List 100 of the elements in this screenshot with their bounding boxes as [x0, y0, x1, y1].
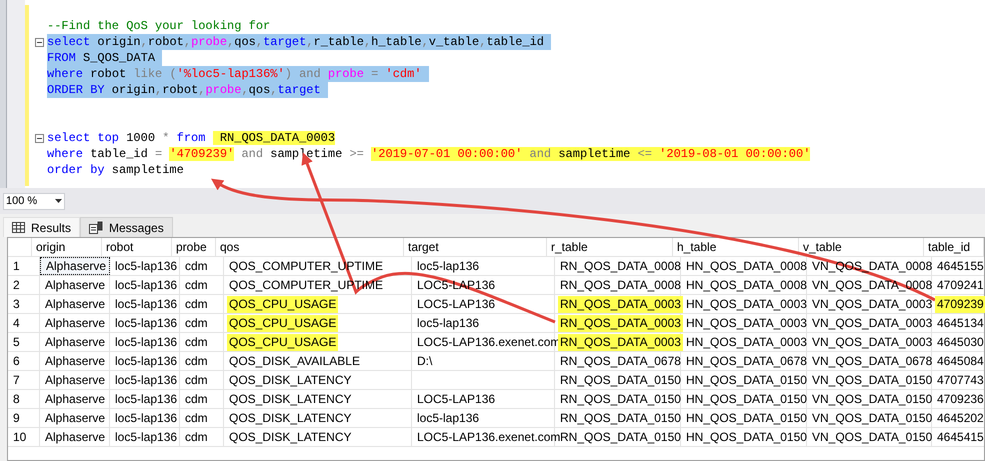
table-cell-text: RN_QOS_DATA_0678 [559, 352, 682, 370]
table-cell-text: HN_QOS_DATA_0150 [685, 390, 808, 408]
row-number: 5 [8, 333, 40, 351]
row-number: 3 [8, 295, 40, 313]
table-cell-text: LOC5-LAP136.exenet.com [416, 334, 561, 350]
code-line: order by sampletime [47, 162, 185, 178]
table-cell-text: LOC5-LAP136 [416, 390, 496, 408]
results-tab[interactable]: Messages [80, 217, 173, 237]
grid-icon [12, 222, 25, 233]
table-cell-text: VN_QOS_DATA_0150 [811, 410, 934, 426]
column-header[interactable]: probe [172, 238, 216, 256]
collapse-icon[interactable] [34, 134, 44, 142]
table-cell-text: QOS_DISK_AVAILABLE [228, 352, 361, 370]
table-cell-text: D:\ [416, 352, 434, 370]
table-cell-text: 4709241 [936, 276, 985, 294]
table-cell-text: loc5-lap136 [416, 258, 480, 274]
table-cell: 4709239 [935, 296, 985, 312]
table-cell-text: cdm [184, 390, 209, 408]
table-cell-text: cdm [184, 334, 209, 350]
table-cell-text: RN_QOS_DATA_0150 [559, 390, 682, 408]
table-cell-text: cdm [184, 258, 209, 274]
column-header[interactable]: r_table [547, 238, 673, 256]
table-cell-text: HN_QOS_DATA_0008 [685, 258, 808, 274]
table-cell-text: RN_QOS_DATA_0150 [560, 428, 682, 446]
table-cell-text: loc5-lap136 [114, 276, 178, 294]
row-number: 9 [8, 409, 40, 427]
column-header[interactable]: robot [102, 238, 172, 256]
table-cell-text: loc5-lap136 [416, 314, 480, 332]
results-tab[interactable]: Results [3, 217, 80, 237]
table-cell-text: VN_QOS_DATA_0003 [811, 334, 934, 350]
table-cell: RN_QOS_DATA_0003 [558, 334, 683, 350]
table-cell-text: loc5-lap136 [114, 372, 178, 388]
table-cell-text: RN_QOS_DATA_0008 [559, 258, 682, 274]
table-cell-text: RN_QOS_DATA_0150 [559, 410, 682, 426]
table-cell: RN_QOS_DATA_0003 [558, 296, 683, 312]
table-cell-text: Alphaserve [44, 390, 106, 408]
column-header[interactable]: h_table [673, 238, 799, 256]
document-icon [89, 221, 104, 234]
table-cell-text: HN_QOS_DATA_0003 [685, 296, 808, 312]
table-cell: QOS_CPU_USAGE [227, 314, 338, 332]
column-header[interactable]: v_table [799, 238, 924, 256]
row-number: 4 [8, 314, 40, 332]
table-cell-text: 4707743 [936, 372, 985, 388]
collapse-icon[interactable] [34, 38, 44, 46]
table-cell-text: cdm [184, 352, 209, 370]
table-cell-text: QOS_DISK_LATENCY [228, 390, 352, 408]
table-cell-text: cdm [184, 276, 209, 294]
table-cell-text: HN_QOS_DATA_0003 [685, 334, 808, 350]
table-cell-text: Alphaserve [44, 276, 106, 294]
table-cell-text: HN_QOS_DATA_0008 [685, 276, 808, 294]
table-cell-text: HN_QOS_DATA_0150 [685, 410, 808, 426]
row-number: 7 [8, 371, 40, 389]
table-cell-text: Alphaserve [44, 352, 106, 370]
table-cell-text: Alphaserve [44, 314, 106, 332]
table-cell-text: HN_QOS_DATA_0678 [685, 352, 808, 370]
table-cell-text: QOS_DISK_LATENCY [228, 428, 352, 446]
table-cell-text: Alphaserve [44, 428, 106, 446]
table-cell-text: cdm [184, 428, 209, 446]
table-cell-text: 4645415 [936, 428, 985, 446]
column-header[interactable]: qos [216, 238, 404, 256]
table-cell-text: cdm [184, 296, 209, 312]
table-cell-text: Alphaserve [44, 296, 106, 312]
table-cell-text: VN_QOS_DATA_0150 [811, 390, 934, 408]
row-number: 2 [8, 276, 40, 294]
table-cell-text: loc5-lap136 [114, 296, 178, 312]
table-cell-text: 4709236 [936, 390, 985, 408]
table-cell-text: VN_QOS_DATA_0003 [811, 314, 934, 332]
column-header[interactable]: target [404, 238, 547, 256]
table-cell-text: VN_QOS_DATA_0003 [811, 296, 934, 312]
table-cell-text: VN_QOS_DATA_0150 [811, 428, 934, 446]
table-cell-text: loc5-lap136 [114, 410, 178, 426]
row-number: 8 [8, 390, 40, 408]
table-cell-text: 4645134 [936, 314, 985, 332]
table-cell-text: LOC5-LAP136.exenet.com [416, 428, 561, 446]
table-cell-text: 4645084 [936, 352, 985, 370]
table-cell-text: RN_QOS_DATA_0150 [559, 372, 682, 388]
row-number: 6 [8, 352, 40, 370]
code-line: where table_id = '4709239' and sampletime >= '2019-07-01 00:00:00' and sampletime <= '2019-08-01 00:00:00' [47, 146, 812, 162]
column-header[interactable]: table_id [924, 238, 984, 256]
table-cell-text: Alphaserve [44, 334, 106, 350]
table-cell-text: Alphaserve [44, 372, 106, 388]
table-cell-text: cdm [184, 372, 209, 388]
zoom-dropdown[interactable]: 100 % [3, 192, 65, 210]
table-cell: QOS_CPU_USAGE [227, 334, 338, 350]
table-cell-text: VN_QOS_DATA_0150 [811, 372, 934, 388]
table-cell-text: loc5-lap136 [114, 314, 178, 332]
table-cell-text: loc5-lap136 [114, 390, 178, 408]
code-line: --Find the QoS your looking for [47, 18, 272, 34]
table-cell-text: loc5-lap136 [114, 334, 178, 350]
column-header[interactable]: origin [32, 238, 102, 256]
table-cell-text: loc5-lap136 [114, 352, 178, 370]
table-cell-text: HN_QOS_DATA_0150 [685, 372, 808, 388]
table-cell-text: loc5-lap136 [114, 258, 178, 274]
table-cell-text: loc5-lap136 [114, 428, 178, 446]
table-cell-text: RN_QOS_DATA_0008 [559, 276, 682, 294]
table-cell-text: LOC5-LAP136 [416, 296, 496, 312]
table-cell-text: VN_QOS_DATA_0678 [811, 352, 934, 370]
table-cell-text: QOS_DISK_LATENCY [228, 410, 352, 426]
table-cell-text: 4645155 [936, 258, 985, 274]
table-cell-text: loc5-lap136 [416, 410, 480, 426]
